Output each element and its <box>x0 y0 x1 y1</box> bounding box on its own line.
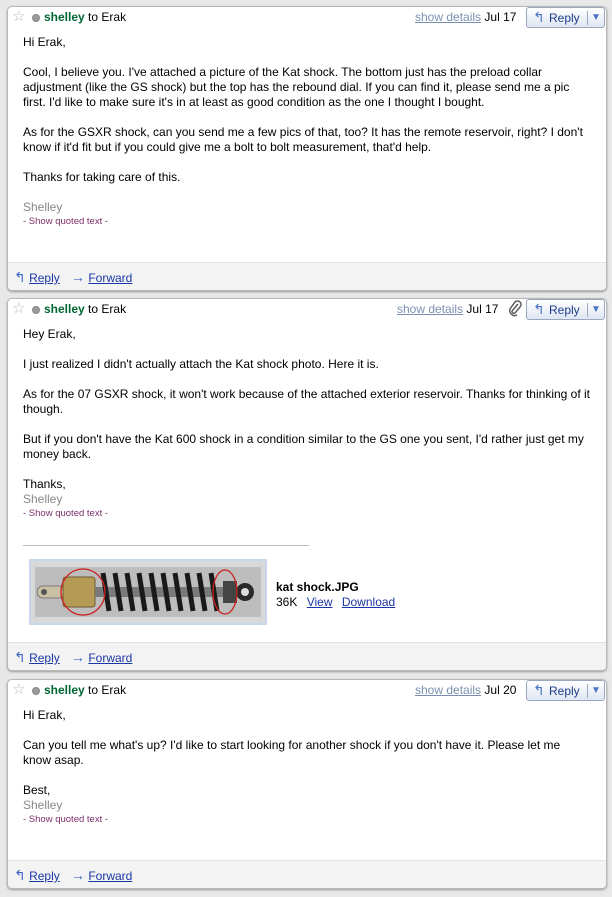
to-label: to <box>88 302 99 316</box>
message-body: Hi Erak, Cool, I believe you. I've attac… <box>8 29 606 228</box>
details-group: show details Jul 20 <box>415 683 516 697</box>
reply-arrow-icon: ↰ <box>14 649 26 665</box>
message-actions: ↰ Reply → Forward <box>8 860 606 888</box>
reply-arrow-icon: ↰ <box>14 867 26 883</box>
chevron-down-icon[interactable]: ▼ <box>591 685 601 696</box>
button-divider <box>587 303 588 317</box>
sender-name[interactable]: shelley <box>44 10 85 24</box>
message-date: Jul 17 <box>484 10 517 24</box>
forward-link[interactable]: Forward <box>88 271 132 285</box>
reply-button-label: Reply <box>549 11 580 25</box>
details-group: show details Jul 17 <box>415 10 516 24</box>
forward-arrow-icon: → <box>71 269 85 285</box>
message-date: Jul 17 <box>466 302 499 316</box>
greeting: Hey Erak, <box>23 327 76 341</box>
shock-photo-image <box>31 561 265 623</box>
reply-button[interactable]: ↰ Reply ▼ <box>526 680 605 701</box>
sender-name[interactable]: shelley <box>44 683 85 697</box>
closing: Thanks, <box>23 477 66 491</box>
message-header[interactable]: ☆ shelley to Erak show details Jul 17 ↰ … <box>8 299 606 321</box>
view-attachment-link[interactable]: View <box>307 595 333 609</box>
star-icon[interactable]: ☆ <box>12 9 25 25</box>
recipient-name: Erak <box>101 683 127 697</box>
attachment-info: kat shock.JPG 36K View Download <box>276 580 395 610</box>
message-actions: ↰ Reply → Forward <box>8 642 606 670</box>
reply-arrow-icon: ↰ <box>533 301 545 317</box>
show-details-link[interactable]: show details <box>397 302 463 316</box>
sender-line: shelley to Erak <box>44 10 126 24</box>
reply-button-label: Reply <box>549 684 580 698</box>
reply-link[interactable]: Reply <box>29 651 60 665</box>
reply-button-label: Reply <box>549 303 580 317</box>
show-details-link[interactable]: show details <box>415 683 481 697</box>
to-label: to <box>88 683 99 697</box>
reply-link[interactable]: Reply <box>29 869 60 883</box>
message-card: ☆ shelley to Erak show details Jul 17 ↰ … <box>7 6 607 291</box>
reply-button[interactable]: ↰ Reply ▼ <box>526 299 605 320</box>
forward-link[interactable]: Forward <box>88 869 132 883</box>
forward-arrow-icon: → <box>71 867 85 883</box>
message-actions: ↰ Reply → Forward <box>8 262 606 290</box>
reply-link[interactable]: Reply <box>29 271 60 285</box>
forward-action[interactable]: → Forward <box>71 649 132 665</box>
closing: Best, <box>23 783 51 797</box>
show-details-link[interactable]: show details <box>415 10 481 24</box>
show-quoted-text-link[interactable]: - Show quoted text - <box>23 507 591 520</box>
details-group: show details Jul 17 <box>397 302 498 316</box>
reply-action[interactable]: ↰ Reply <box>14 649 60 666</box>
star-icon[interactable]: ☆ <box>12 301 25 317</box>
attachment-filename: kat shock.JPG <box>276 580 359 594</box>
reply-action[interactable]: ↰ Reply <box>14 269 60 286</box>
reply-arrow-icon: ↰ <box>533 9 545 25</box>
message-header[interactable]: ☆ shelley to Erak show details Jul 20 ↰ … <box>8 680 606 702</box>
chevron-down-icon[interactable]: ▼ <box>591 304 601 315</box>
download-attachment-link[interactable]: Download <box>342 595 395 609</box>
greeting: Hi Erak, <box>23 35 66 49</box>
body-paragraph: I just realized I didn't actually attach… <box>23 357 379 371</box>
status-dot-icon <box>32 14 40 22</box>
forward-action[interactable]: → Forward <box>71 269 132 285</box>
paperclip-icon <box>507 300 523 321</box>
sender-line: shelley to Erak <box>44 302 126 316</box>
attachment-thumbnail[interactable] <box>29 559 267 625</box>
body-paragraph: Cool, I believe you. I've attached a pic… <box>23 65 570 109</box>
forward-arrow-icon: → <box>71 649 85 665</box>
signature: Shelley <box>23 492 63 506</box>
chevron-down-icon[interactable]: ▼ <box>591 12 601 23</box>
forward-action[interactable]: → Forward <box>71 867 132 883</box>
body-paragraph: As for the 07 GSXR shock, it won't work … <box>23 387 591 416</box>
to-label: to <box>88 10 99 24</box>
reply-arrow-icon: ↰ <box>533 682 545 698</box>
attachment-size: 36K <box>276 595 298 609</box>
message-header[interactable]: ☆ shelley to Erak show details Jul 17 ↰ … <box>8 7 606 29</box>
message-body: Hi Erak, Can you tell me what's up? I'd … <box>8 702 606 826</box>
message-card: ☆ shelley to Erak show details Jul 17 ↰ … <box>7 298 607 671</box>
reply-arrow-icon: ↰ <box>14 269 26 285</box>
signature: Shelley <box>23 200 63 214</box>
message-body: Hey Erak, I just realized I didn't actua… <box>8 321 606 520</box>
show-quoted-text-link[interactable]: - Show quoted text - <box>23 813 591 826</box>
body-paragraph: Can you tell me what's up? I'd like to s… <box>23 738 561 767</box>
recipient-name: Erak <box>101 302 127 316</box>
show-quoted-text-link[interactable]: - Show quoted text - <box>23 215 591 228</box>
message-card: ☆ shelley to Erak show details Jul 20 ↰ … <box>7 679 607 889</box>
reply-button[interactable]: ↰ Reply ▼ <box>526 7 605 28</box>
signature: Shelley <box>23 798 63 812</box>
reply-action[interactable]: ↰ Reply <box>14 867 60 884</box>
attachment-divider <box>23 545 309 546</box>
body-paragraph: As for the GSXR shock, can you send me a… <box>23 125 583 154</box>
greeting: Hi Erak, <box>23 708 66 722</box>
button-divider <box>587 684 588 698</box>
body-paragraph: Thanks for taking care of this. <box>23 170 181 184</box>
status-dot-icon <box>32 687 40 695</box>
body-paragraph: But if you don't have the Kat 600 shock … <box>23 432 584 461</box>
recipient-name: Erak <box>101 10 127 24</box>
star-icon[interactable]: ☆ <box>12 682 25 698</box>
message-date: Jul 20 <box>484 683 517 697</box>
status-dot-icon <box>32 306 40 314</box>
sender-line: shelley to Erak <box>44 683 126 697</box>
button-divider <box>587 11 588 25</box>
sender-name[interactable]: shelley <box>44 302 85 316</box>
forward-link[interactable]: Forward <box>88 651 132 665</box>
